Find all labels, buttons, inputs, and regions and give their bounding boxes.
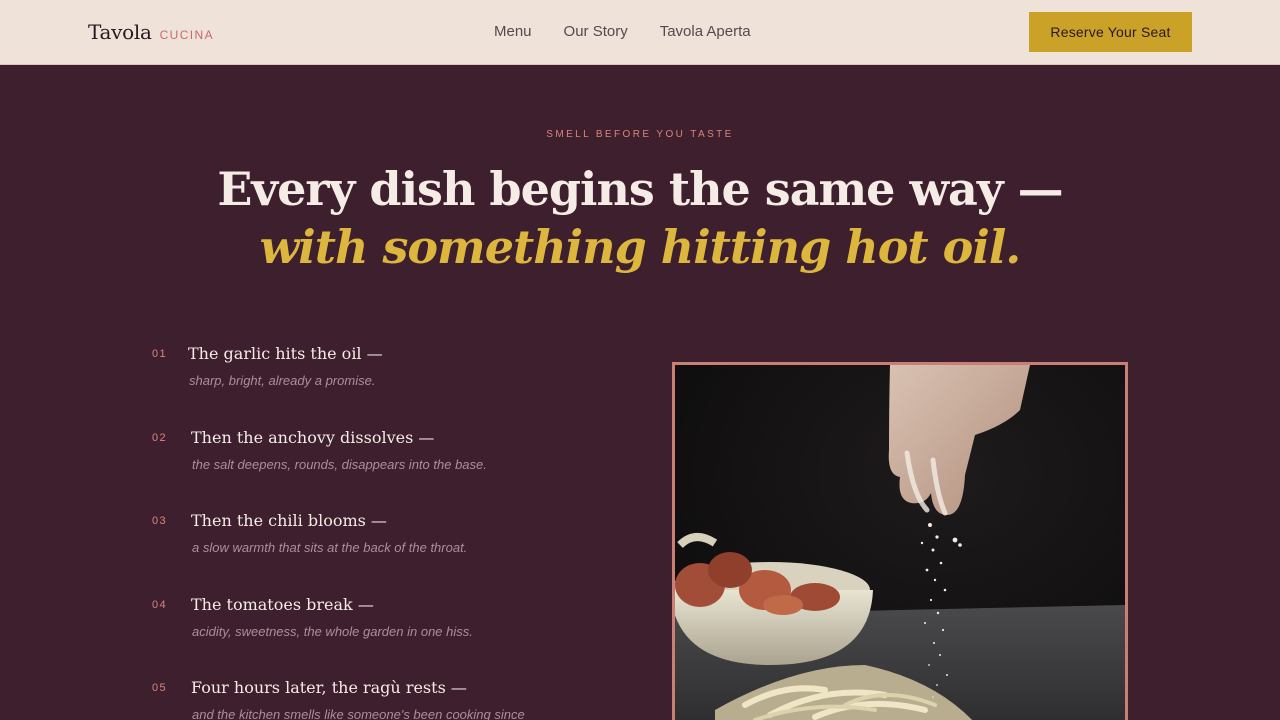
step-title: Four hours later, the ragù rests — bbox=[191, 678, 467, 697]
nav-link-menu[interactable]: Menu bbox=[494, 23, 532, 40]
hero-eyebrow: SMELL BEFORE YOU TASTE bbox=[546, 129, 734, 140]
main-nav: Menu Our Story Tavola Aperta bbox=[494, 23, 751, 40]
step-title: Then the anchovy dissolves — bbox=[191, 428, 435, 447]
step-number: 05 bbox=[152, 682, 168, 694]
step-title: Then the chili blooms — bbox=[191, 511, 387, 530]
nav-link-our-story[interactable]: Our Story bbox=[564, 23, 628, 40]
nav-link-tavola-aperta[interactable]: Tavola Aperta bbox=[660, 23, 751, 40]
step-description: a slow warmth that sits at the back of t… bbox=[192, 540, 468, 555]
step-description: and the kitchen smells like someone's be… bbox=[192, 707, 525, 720]
hero-headline-accent: with something hitting hot oil. bbox=[259, 220, 1022, 274]
step-title: The garlic hits the oil — bbox=[188, 344, 383, 363]
step-description: the salt deepens, rounds, disappears int… bbox=[192, 457, 487, 472]
step-number: 01 bbox=[152, 348, 168, 360]
step-title: The tomatoes break — bbox=[191, 595, 374, 614]
step-description: acidity, sweetness, the whole garden in … bbox=[192, 624, 473, 639]
brand-subtitle: CUCINA bbox=[159, 28, 214, 42]
brand-logo[interactable]: Tavola CUCINA bbox=[88, 20, 214, 44]
step-number: 04 bbox=[152, 599, 168, 611]
step-number: 03 bbox=[152, 515, 168, 527]
kitchen-photo bbox=[672, 362, 1128, 720]
flour-pasta-illustration bbox=[675, 365, 1125, 720]
hero-headline: Every dish begins the same way — bbox=[217, 162, 1063, 216]
step-description: sharp, bright, already a promise. bbox=[189, 373, 376, 388]
reserve-seat-button[interactable]: Reserve Your Seat bbox=[1029, 12, 1192, 52]
step-number: 02 bbox=[152, 432, 168, 444]
top-navigation-bar: Tavola CUCINA Menu Our Story Tavola Aper… bbox=[0, 0, 1280, 65]
brand-name: Tavola bbox=[88, 20, 152, 44]
